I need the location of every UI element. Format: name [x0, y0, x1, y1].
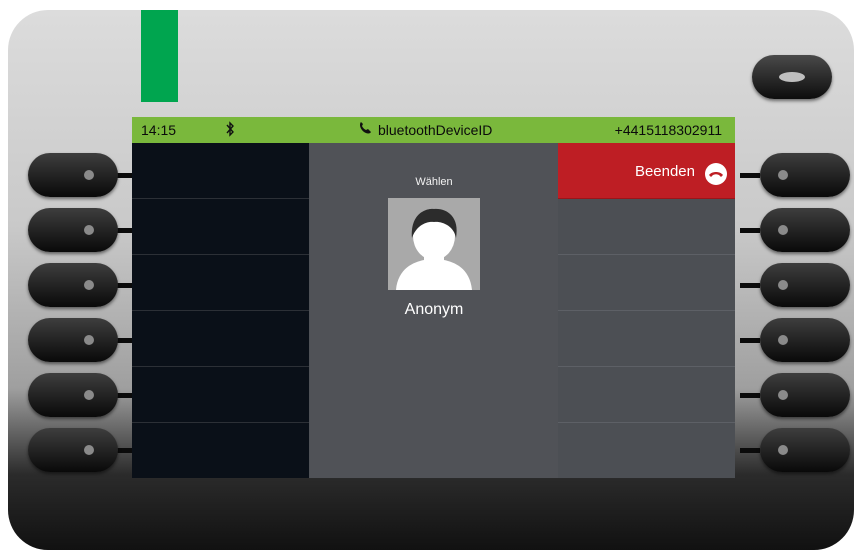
- message-led: [141, 10, 178, 102]
- right-soft-key-1[interactable]: [760, 153, 850, 197]
- left-soft-key-5[interactable]: [28, 373, 118, 417]
- call-info-panel: Wählen Anonym: [310, 143, 558, 478]
- right-soft-key-2[interactable]: [760, 208, 850, 252]
- key-connector: [740, 173, 760, 178]
- left-soft-key-3[interactable]: [28, 263, 118, 307]
- end-call-label: Beenden: [634, 163, 695, 180]
- right-softkey-column: Beenden: [558, 143, 735, 478]
- key-dot: [778, 170, 788, 180]
- right-softkey-slot[interactable]: [558, 311, 735, 367]
- call-state: Wählen: [415, 176, 453, 188]
- key-dot: [84, 280, 94, 290]
- left-softkey-slot[interactable]: [132, 423, 309, 478]
- key-dot: [84, 170, 94, 180]
- key-connector: [740, 338, 760, 343]
- person-icon: [388, 198, 480, 290]
- key-connector: [740, 283, 760, 288]
- key-dot: [778, 445, 788, 455]
- handset-icon: [358, 121, 372, 138]
- device-id-text: bluetoothDeviceID: [378, 121, 493, 138]
- left-soft-key-1[interactable]: [28, 153, 118, 197]
- key-dot: [778, 280, 788, 290]
- right-soft-key-6[interactable]: [760, 428, 850, 472]
- right-soft-key-3[interactable]: [760, 263, 850, 307]
- right-soft-key-5[interactable]: [760, 373, 850, 417]
- left-softkey-slot[interactable]: [132, 367, 309, 423]
- key-connector: [740, 228, 760, 233]
- key-dot: [84, 445, 94, 455]
- status-time: 14:15: [141, 122, 177, 138]
- left-soft-key-4[interactable]: [28, 318, 118, 362]
- right-softkey-slot[interactable]: [558, 367, 735, 423]
- right-soft-key-4[interactable]: [760, 318, 850, 362]
- left-softkey-column: [132, 143, 309, 478]
- left-softkey-slot[interactable]: [132, 143, 309, 199]
- key-connector: [740, 448, 760, 453]
- contact-name: Anonym: [404, 301, 464, 318]
- right-softkey-slot[interactable]: [558, 255, 735, 311]
- right-softkey-slot[interactable]: [558, 199, 735, 255]
- status-bar: 14:15 bluetoothDeviceID +4415118302911: [132, 117, 735, 143]
- key-dot: [84, 335, 94, 345]
- key-connector: [740, 393, 760, 398]
- phone-display: 14:15 bluetoothDeviceID +4415118302911 W…: [132, 117, 735, 478]
- device-id-label: bluetoothDeviceID: [358, 121, 492, 138]
- bluetooth-icon: [225, 121, 235, 137]
- end-call-button[interactable]: Beenden: [558, 143, 735, 199]
- key-dot: [778, 225, 788, 235]
- left-soft-key-2[interactable]: [28, 208, 118, 252]
- key-dot: [778, 390, 788, 400]
- left-softkey-slot[interactable]: [132, 255, 309, 311]
- left-soft-key-6[interactable]: [28, 428, 118, 472]
- key-dot: [84, 225, 94, 235]
- left-softkey-slot[interactable]: [132, 311, 309, 367]
- key-dot: [84, 390, 94, 400]
- left-softkey-slot[interactable]: [132, 199, 309, 255]
- top-right-hardware-key[interactable]: [752, 55, 832, 99]
- hangup-icon: [705, 163, 727, 185]
- own-phone-number: +4415118302911: [614, 122, 722, 138]
- key-dot: [778, 335, 788, 345]
- right-softkey-slot[interactable]: [558, 423, 735, 478]
